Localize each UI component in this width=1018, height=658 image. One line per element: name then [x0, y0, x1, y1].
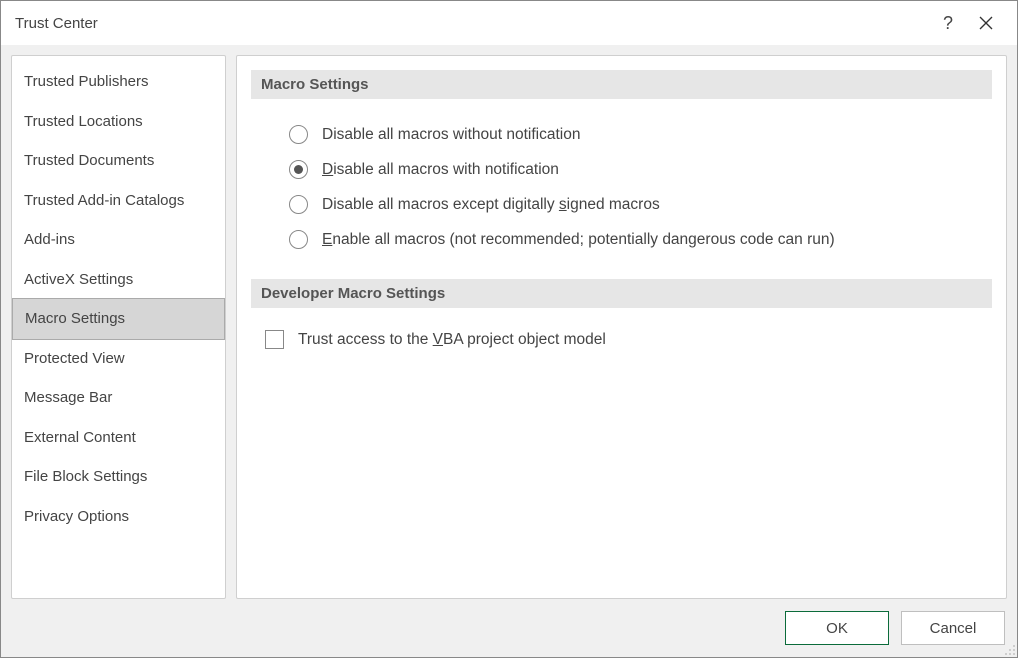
- sidebar-item-trusted-addin-catalogs[interactable]: Trusted Add-in Catalogs: [12, 181, 225, 221]
- titlebar: Trust Center ?: [1, 1, 1017, 45]
- dialog-title: Trust Center: [15, 15, 929, 32]
- sidebar: Trusted Publishers Trusted Locations Tru…: [11, 55, 226, 599]
- help-button[interactable]: ?: [929, 4, 967, 42]
- checkbox-trust-vba-access[interactable]: Trust access to the VBA project object m…: [251, 326, 992, 353]
- radio-label: Disable all macros except digitally sign…: [322, 196, 660, 214]
- radio-icon: [289, 160, 308, 179]
- main-panel: Macro Settings Disable all macros withou…: [236, 55, 1007, 599]
- sidebar-item-trusted-locations[interactable]: Trusted Locations: [12, 102, 225, 142]
- sidebar-item-external-content[interactable]: External Content: [12, 418, 225, 458]
- checkbox-label: Trust access to the VBA project object m…: [298, 331, 606, 349]
- sidebar-item-privacy-options[interactable]: Privacy Options: [12, 497, 225, 537]
- radio-disable-except-signed[interactable]: Disable all macros except digitally sign…: [289, 187, 992, 222]
- macro-settings-radio-group: Disable all macros without notification …: [251, 117, 992, 257]
- checkbox-icon: [265, 330, 284, 349]
- radio-label: Enable all macros (not recommended; pote…: [322, 231, 835, 249]
- dialog-footer: OK Cancel: [1, 599, 1017, 657]
- radio-disable-without-notification[interactable]: Disable all macros without notification: [289, 117, 992, 152]
- sidebar-item-message-bar[interactable]: Message Bar: [12, 378, 225, 418]
- section-header-macro-settings: Macro Settings: [251, 70, 992, 99]
- radio-icon: [289, 195, 308, 214]
- section-header-developer-macro-settings: Developer Macro Settings: [251, 279, 992, 308]
- sidebar-item-activex-settings[interactable]: ActiveX Settings: [12, 260, 225, 300]
- sidebar-item-trusted-publishers[interactable]: Trusted Publishers: [12, 62, 225, 102]
- sidebar-item-file-block-settings[interactable]: File Block Settings: [12, 457, 225, 497]
- sidebar-item-protected-view[interactable]: Protected View: [12, 339, 225, 379]
- dialog-content: Trusted Publishers Trusted Locations Tru…: [1, 45, 1017, 599]
- sidebar-item-add-ins[interactable]: Add-ins: [12, 220, 225, 260]
- ok-button[interactable]: OK: [785, 611, 889, 645]
- sidebar-item-trusted-documents[interactable]: Trusted Documents: [12, 141, 225, 181]
- radio-icon: [289, 230, 308, 249]
- radio-label: Disable all macros with notification: [322, 161, 559, 179]
- close-icon: [979, 16, 993, 30]
- sidebar-item-macro-settings[interactable]: Macro Settings: [12, 298, 225, 340]
- cancel-button[interactable]: Cancel: [901, 611, 1005, 645]
- radio-icon: [289, 125, 308, 144]
- radio-label: Disable all macros without notification: [322, 126, 580, 144]
- radio-disable-with-notification[interactable]: Disable all macros with notification: [289, 152, 992, 187]
- trust-center-dialog: Trust Center ? Trusted Publishers Truste…: [0, 0, 1018, 658]
- resize-grip-icon[interactable]: [1002, 642, 1016, 656]
- radio-enable-all[interactable]: Enable all macros (not recommended; pote…: [289, 222, 992, 257]
- close-button[interactable]: [967, 4, 1005, 42]
